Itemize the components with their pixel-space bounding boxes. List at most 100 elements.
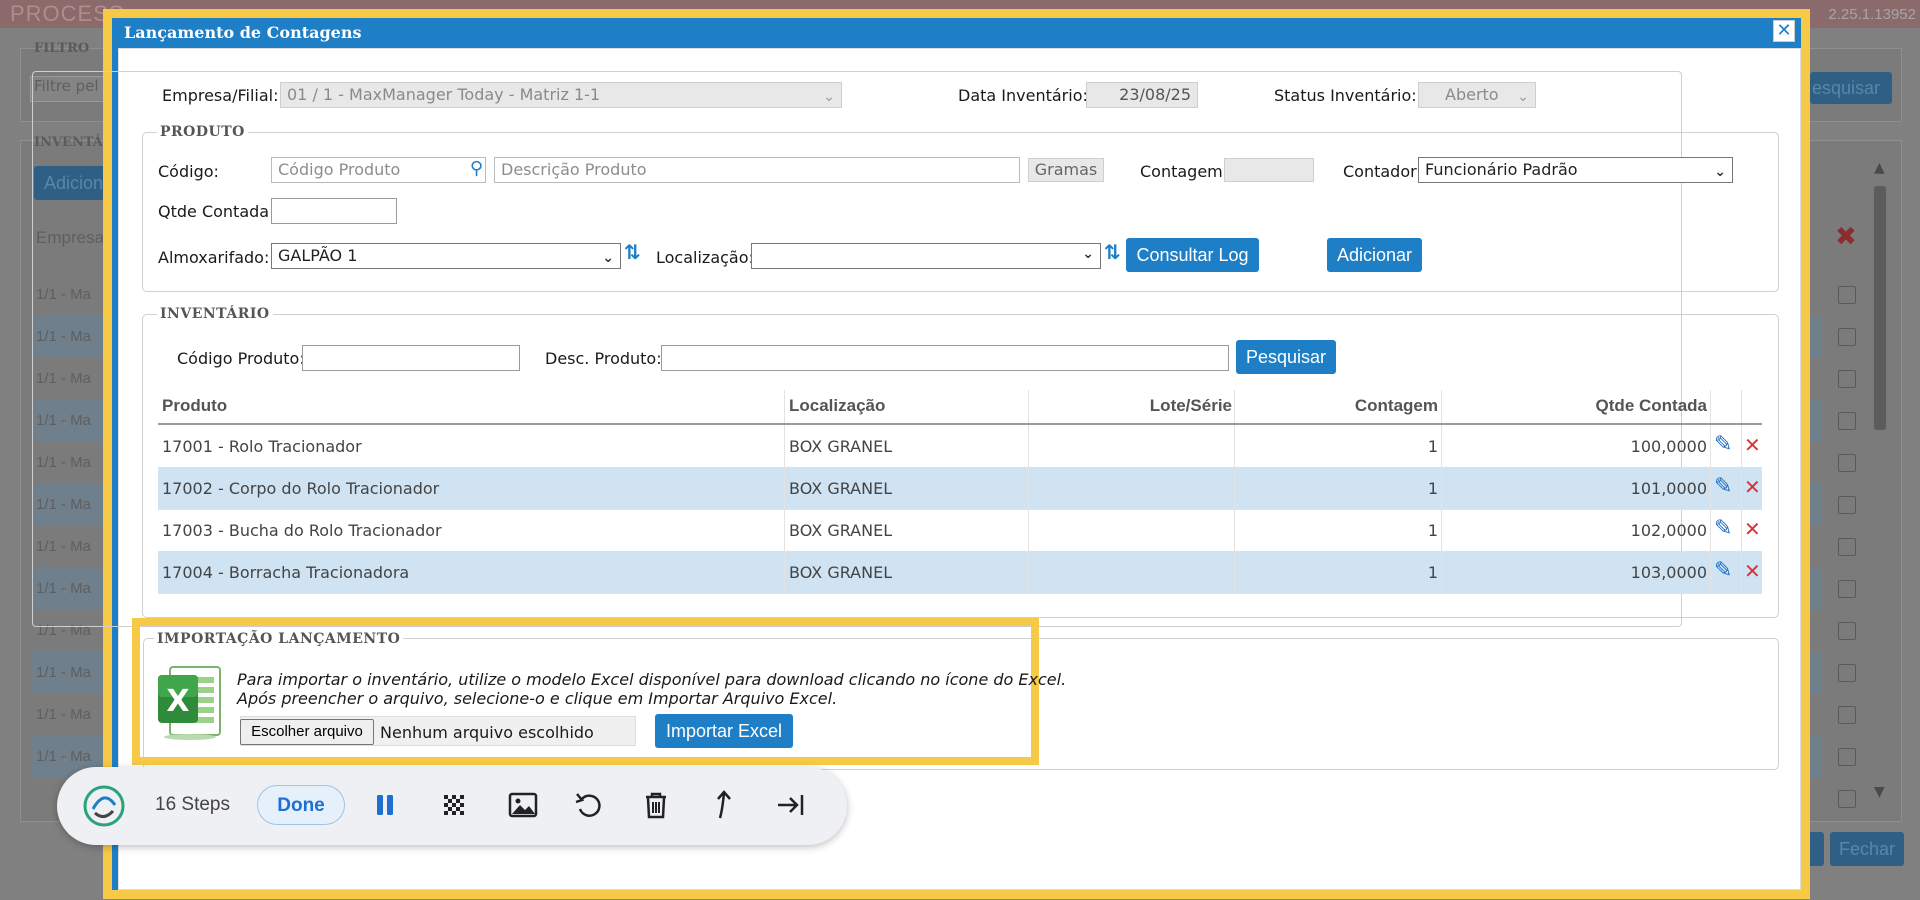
column-header-qtde[interactable]: Qtde Contada xyxy=(1596,396,1707,416)
cell-localizacao: BOX GRANEL xyxy=(789,521,893,540)
edit-icon[interactable]: ✎ xyxy=(1714,558,1732,583)
contagem-field xyxy=(1224,158,1314,182)
table-row[interactable]: 17001 - Rolo Tracionador BOX GRANEL 1 100,0… xyxy=(158,425,1762,468)
column-header-produto[interactable]: Produto xyxy=(162,396,227,416)
cell-localizacao: BOX GRANEL xyxy=(789,563,893,582)
column-header-lote[interactable]: Lote/Série xyxy=(1150,396,1232,416)
app-version: 2.25.1.13952 xyxy=(1828,6,1916,23)
background-scrollbar[interactable] xyxy=(1874,186,1886,430)
background-row-checkbox[interactable] xyxy=(1838,538,1856,556)
almoxarifado-label: Almoxarifado: xyxy=(158,248,270,267)
svg-text:X: X xyxy=(166,684,189,719)
cell-qtde: 103,0000 xyxy=(1630,563,1707,582)
cell-produto: 17001 - Rolo Tracionador xyxy=(162,437,362,456)
column-header-localizacao[interactable]: Localização xyxy=(789,396,885,416)
inventario-legend: INVENTÁRIO xyxy=(157,306,273,322)
codigo-produto-filter-label: Código Produto: xyxy=(177,349,305,368)
table-row[interactable]: 17002 - Corpo do Rolo Tracionador BOX GRA… xyxy=(158,467,1762,510)
chevron-down-icon: ⌄ xyxy=(823,89,835,105)
edit-icon[interactable]: ✎ xyxy=(1714,474,1732,499)
undo-icon[interactable] xyxy=(573,789,605,821)
image-icon[interactable] xyxy=(507,789,539,821)
import-instructions-line1: Para importar o inventário, utilize o mo… xyxy=(237,670,1067,689)
chevron-down-icon: ⌄ xyxy=(1714,164,1726,180)
background-search-button[interactable]: esquisar xyxy=(1810,72,1892,104)
background-row-checkbox[interactable] xyxy=(1838,622,1856,640)
status-select[interactable]: Aberto ⌄ xyxy=(1418,82,1536,108)
qtde-contada-label: Qtde Contada: xyxy=(158,202,275,221)
background-row-checkbox[interactable] xyxy=(1838,328,1856,346)
data-inventario-field: 23/08/25 xyxy=(1086,82,1198,108)
edit-icon[interactable]: ✎ xyxy=(1714,432,1732,457)
status-inventario-label: Status Inventário: xyxy=(1274,86,1417,105)
edit-icon[interactable]: ✎ xyxy=(1714,516,1732,541)
codigo-produto-filter-input[interactable] xyxy=(302,345,520,371)
excel-icon[interactable]: X xyxy=(156,661,224,741)
background-row-checkbox[interactable] xyxy=(1838,454,1856,472)
refresh-icon[interactable]: ⇅ xyxy=(624,240,641,264)
search-icon[interactable]: ⚲ xyxy=(470,158,483,181)
background-close-button[interactable]: Fechar xyxy=(1830,832,1904,866)
import-instructions-line2: Após preencher o arquivo, selecione-o e … xyxy=(237,689,838,708)
cell-produto: 17003 - Bucha do Rolo Tracionador xyxy=(162,521,442,540)
delete-icon[interactable]: ✕ xyxy=(1744,517,1761,541)
choose-file-button[interactable]: Escolher arquivo xyxy=(240,719,374,745)
descricao-produto-input[interactable]: Descrição Produto xyxy=(494,157,1020,183)
file-status-text: Nenhum arquivo escolhido xyxy=(380,723,594,742)
cell-qtde: 102,0000 xyxy=(1630,521,1707,540)
chevron-down-icon: ⌄ xyxy=(1517,89,1529,105)
pesquisar-button[interactable]: Pesquisar xyxy=(1236,340,1336,374)
cell-produto: 17002 - Corpo do Rolo Tracionador xyxy=(162,479,440,498)
contador-select[interactable]: Funcionário Padrão ⌄ xyxy=(1418,157,1733,183)
blur-icon[interactable] xyxy=(438,789,470,821)
background-row-checkbox[interactable] xyxy=(1838,370,1856,388)
background-row-checkbox[interactable] xyxy=(1838,790,1856,808)
table-header: Produto Localização Lote/Série Contagem … xyxy=(158,390,1762,425)
localizacao-select[interactable]: ⌄ xyxy=(751,243,1101,269)
skip-end-icon[interactable] xyxy=(775,789,807,821)
background-row-checkbox[interactable] xyxy=(1838,706,1856,724)
empresa-label: Empresa/Filial: xyxy=(162,86,279,105)
table-row[interactable]: 17003 - Bucha do Rolo Tracionador BOX GRA… xyxy=(158,509,1762,552)
importar-excel-button[interactable]: Importar Excel xyxy=(655,714,793,748)
background-delete-icon[interactable]: ✖ xyxy=(1835,222,1857,252)
background-row-checkbox[interactable] xyxy=(1838,496,1856,514)
cell-contagem: 1 xyxy=(1427,479,1438,498)
scroll-up-icon[interactable]: ▲ xyxy=(1874,160,1885,176)
delete-icon[interactable]: ✕ xyxy=(1744,559,1761,583)
adicionar-button[interactable]: Adicionar xyxy=(1327,238,1422,272)
close-icon[interactable]: ✕ xyxy=(1773,20,1795,42)
delete-icon[interactable]: ✕ xyxy=(1744,475,1761,499)
qtde-contada-input[interactable] xyxy=(271,198,397,224)
trash-icon[interactable] xyxy=(640,789,672,821)
cell-localizacao: BOX GRANEL xyxy=(789,437,893,456)
modal-titlebar: Lançamento de Contagens ✕ xyxy=(112,18,1801,48)
background-row-checkbox[interactable] xyxy=(1838,286,1856,304)
up-arrow-icon[interactable] xyxy=(708,789,740,821)
unit-field: Gramas xyxy=(1028,158,1104,182)
scroll-down-icon[interactable]: ▼ xyxy=(1874,784,1885,800)
background-row-checkbox[interactable] xyxy=(1838,412,1856,430)
desc-produto-filter-input[interactable] xyxy=(661,345,1229,371)
almoxarifado-select[interactable]: GALPÃO 1 ⌄ xyxy=(271,243,621,269)
cell-contagem: 1 xyxy=(1427,521,1438,540)
refresh-icon[interactable]: ⇅ xyxy=(1104,240,1121,264)
steps-count: 16 Steps xyxy=(155,794,230,815)
delete-icon[interactable]: ✕ xyxy=(1744,433,1761,457)
cell-contagem: 1 xyxy=(1427,563,1438,582)
table-row[interactable]: 17004 - Borracha Tracionadora BOX GRANEL 1… xyxy=(158,551,1762,594)
background-row-checkbox[interactable] xyxy=(1838,748,1856,766)
produto-legend: PRODUTO xyxy=(157,124,248,140)
cell-produto: 17004 - Borracha Tracionadora xyxy=(162,563,410,582)
contagem-label: Contagem: xyxy=(1140,162,1229,181)
column-header-contagem[interactable]: Contagem xyxy=(1355,396,1438,416)
empresa-select[interactable]: 01 / 1 - MaxManager Today - Matriz 1-1 ⌄ xyxy=(280,82,842,108)
consultar-log-button[interactable]: Consultar Log xyxy=(1126,238,1259,272)
background-row-checkbox[interactable] xyxy=(1838,580,1856,598)
cell-localizacao: BOX GRANEL xyxy=(789,479,893,498)
filter-legend: FILTRO xyxy=(34,41,90,56)
codigo-produto-input[interactable]: Código Produto ⚲ xyxy=(271,157,486,183)
done-button[interactable]: Done xyxy=(257,785,345,825)
pause-icon[interactable] xyxy=(369,789,401,821)
background-row-checkbox[interactable] xyxy=(1838,664,1856,682)
